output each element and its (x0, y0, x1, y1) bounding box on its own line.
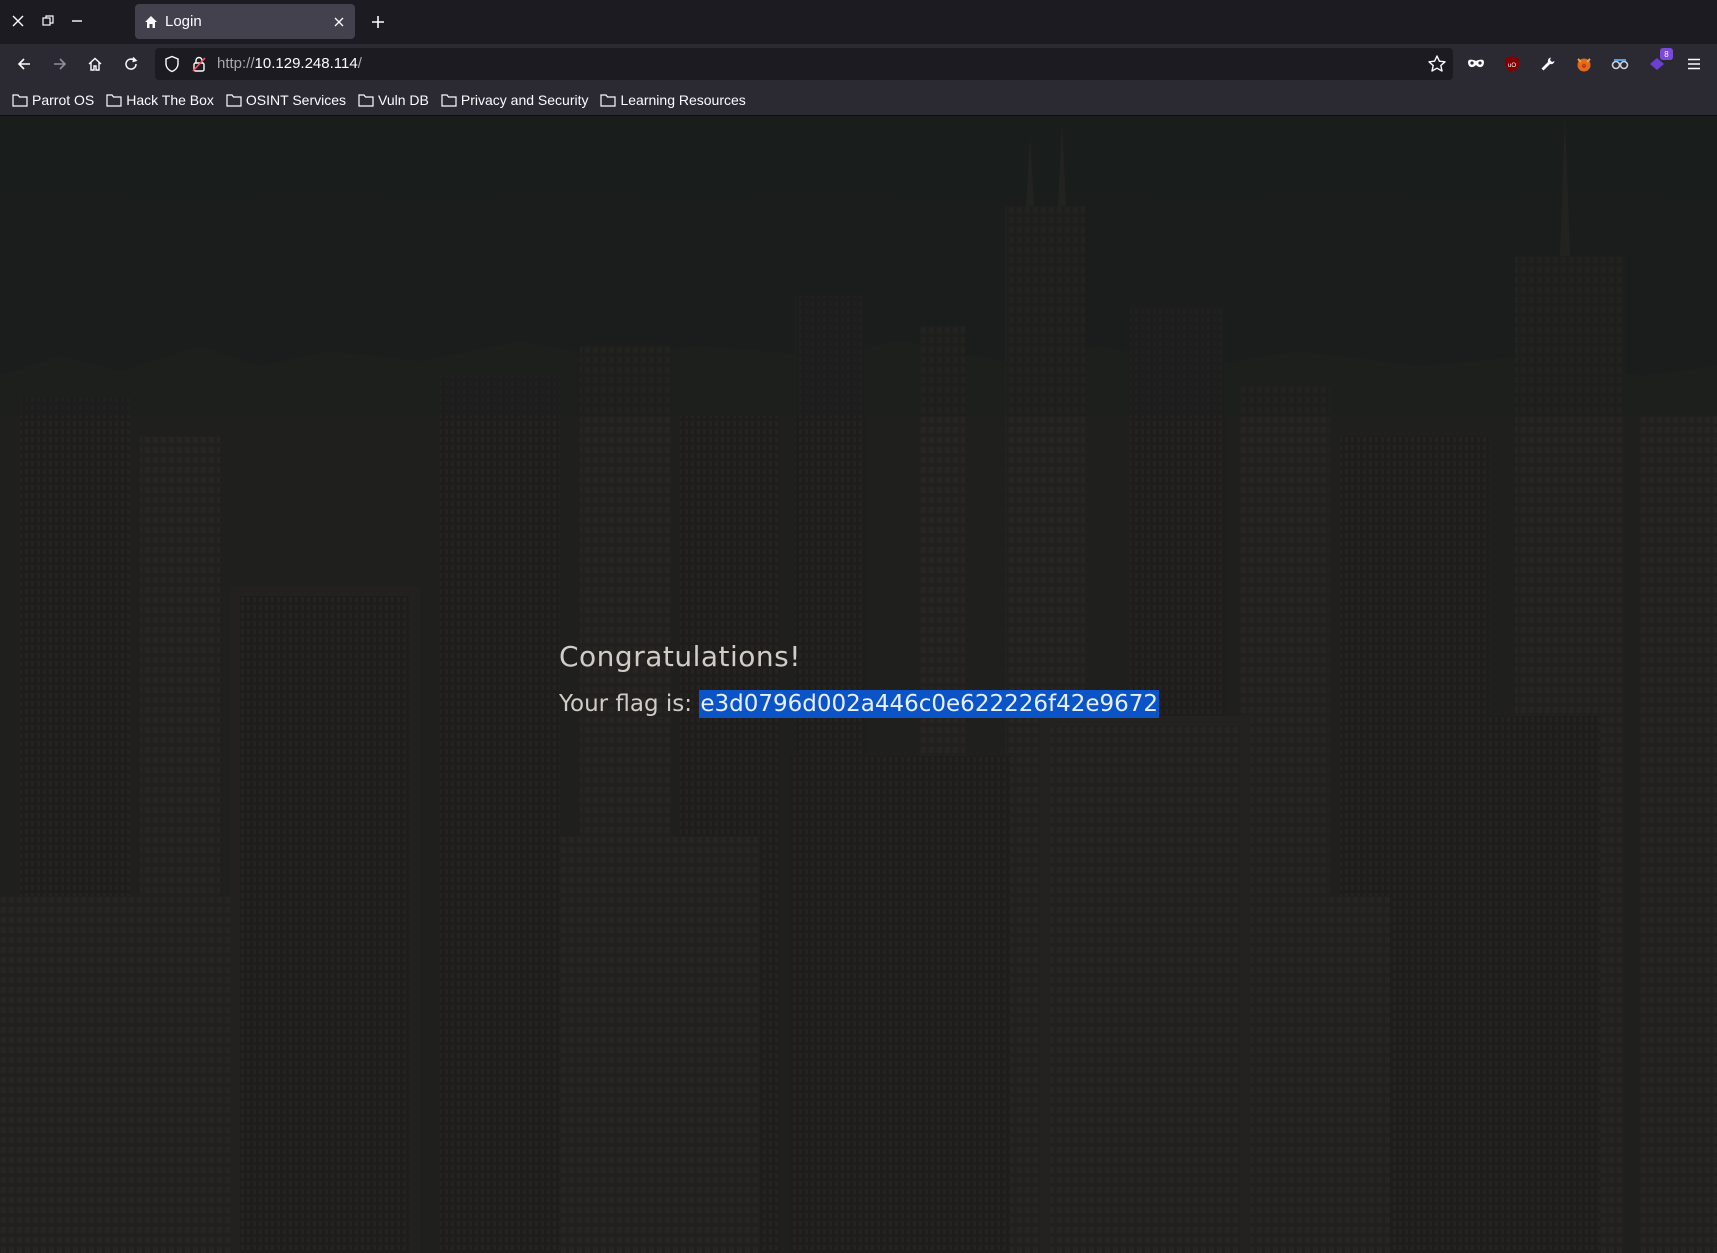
bookmark-folder-hack-the-box[interactable]: Hack The Box (106, 92, 214, 108)
folder-icon (106, 93, 122, 107)
home-icon (88, 57, 102, 71)
window-restore-icon[interactable] (37, 10, 59, 32)
ublock-origin-icon[interactable]: uO (1500, 52, 1524, 76)
bookmark-label: Parrot OS (32, 91, 95, 108)
bookmark-folder-learning-resources[interactable]: Learning Resources (600, 91, 746, 108)
wappalyzer-glasses-icon[interactable] (1608, 52, 1632, 76)
bookmark-label: Learning Resources (620, 91, 746, 108)
window-minimize-icon[interactable] (66, 10, 88, 32)
home-button[interactable] (82, 51, 108, 77)
insecure-lock-icon[interactable] (190, 55, 208, 73)
extension-badge-count: 8 (1660, 48, 1673, 60)
bookmark-label: OSINT Services (245, 91, 347, 108)
congratulations-message: Congratulations! Your flag is: e3d0796d0… (559, 640, 1160, 718)
folder-icon (441, 93, 457, 107)
url-host: 10.129.248.114 (254, 55, 358, 72)
folder-icon (226, 93, 242, 107)
bookmark-folder-parrot-os[interactable]: Parrot OS (12, 92, 94, 108)
url-text[interactable]: http://10.129.248.114/ (217, 55, 362, 72)
page-heading: Congratulations! (559, 640, 801, 673)
tab-login[interactable]: Login (135, 4, 355, 39)
window-close-icon[interactable] (7, 10, 29, 32)
menu-hamburger-icon[interactable] (1682, 52, 1706, 76)
svg-text:uO: uO (1508, 63, 1516, 69)
url-scheme: http:// (217, 55, 255, 72)
page-viewport: Congratulations! Your flag is: e3d0796d0… (0, 116, 1717, 1253)
arrow-left-icon (17, 58, 30, 70)
flag-line: Your flag is: e3d0796d002a446c0e622226f4… (559, 690, 1160, 718)
folder-icon (600, 93, 617, 107)
flag-prefix: Your flag is: (559, 691, 693, 717)
reload-button[interactable] (118, 51, 144, 77)
plus-icon (372, 16, 384, 28)
folder-icon (358, 93, 374, 107)
bookmark-folder-privacy-and-security[interactable]: Privacy and Security (441, 91, 589, 108)
tab-close-icon[interactable] (327, 10, 351, 34)
back-button[interactable] (11, 51, 37, 77)
url-path: / (357, 55, 362, 72)
wrench-tools-icon[interactable] (1536, 52, 1560, 76)
bookmarks-toolbar: Parrot OS Hack The Box OSINT Services Vu… (0, 84, 1717, 116)
forward-button[interactable] (47, 51, 73, 77)
reload-icon (125, 56, 138, 70)
home-favicon-icon (145, 15, 157, 28)
bookmark-label: Vuln DB (378, 91, 429, 108)
url-bar[interactable]: http://10.129.248.114/ (155, 48, 1453, 80)
tab-title: Login (165, 13, 202, 30)
bookmark-label: Privacy and Security (460, 91, 589, 108)
new-tab-button[interactable] (366, 10, 390, 34)
bookmark-label: Hack The Box (126, 91, 214, 108)
bookmark-star-icon[interactable] (1427, 54, 1447, 74)
arrow-right-icon (54, 58, 67, 70)
bookmark-folder-osint-services[interactable]: OSINT Services (226, 92, 346, 108)
tab-strip: Login (0, 0, 1717, 44)
tracking-protection-shield-icon[interactable] (163, 55, 181, 73)
foxyproxy-icon[interactable] (1572, 52, 1596, 76)
flag-value-selected[interactable]: e3d0796d002a446c0e622226f42e9672 (699, 690, 1160, 718)
bookmark-folder-vuln-db[interactable]: Vuln DB (358, 92, 429, 108)
extension-badge-icon[interactable]: 8 (1645, 48, 1673, 76)
navigation-toolbar: http://10.129.248.114/ uO 8 (0, 44, 1717, 84)
folder-icon (12, 93, 28, 107)
private-mask-icon[interactable] (1464, 52, 1488, 76)
